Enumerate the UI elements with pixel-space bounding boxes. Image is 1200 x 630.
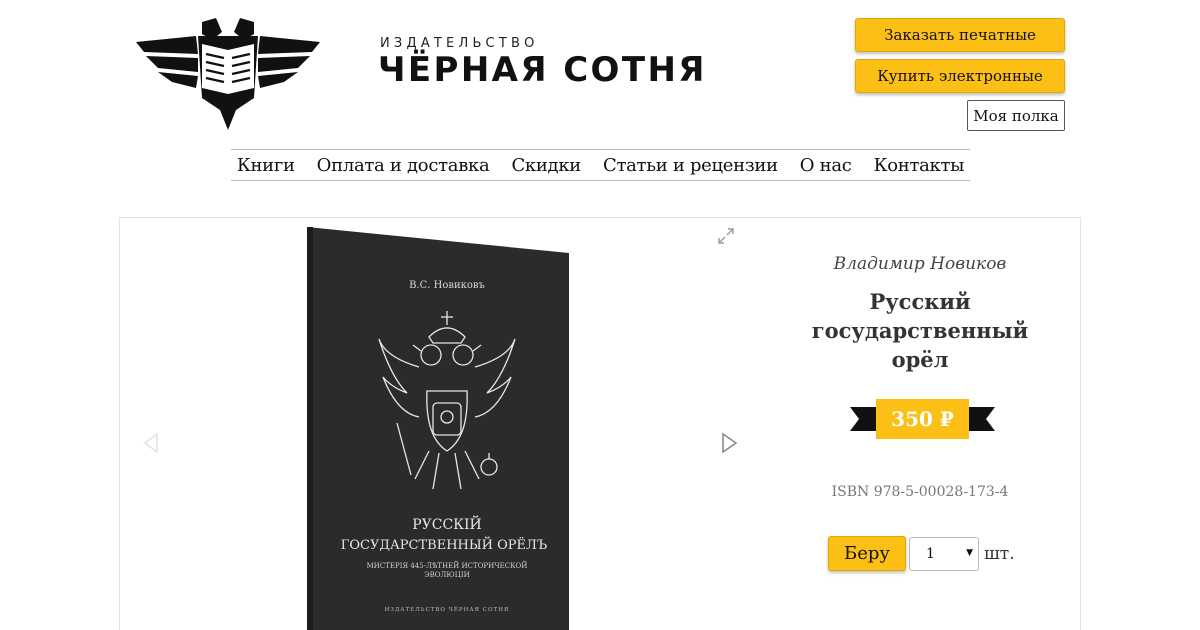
nav-item-discounts[interactable]: Скидки: [511, 155, 581, 176]
order-print-button[interactable]: Заказать печатные: [855, 18, 1065, 52]
cover-subtitle-line2: ЭВОЛЮЦІИ: [424, 571, 469, 579]
nav-item-about[interactable]: О нас: [800, 155, 852, 176]
price-badge: 350 ₽: [876, 399, 969, 439]
expand-icon[interactable]: [716, 226, 736, 246]
book-cover-image[interactable]: В.С. Новиковъ РУССКІЙ ГОСУДАРСТВЕННЫЙ ОР…: [307, 227, 569, 630]
arrow-right-icon[interactable]: [720, 432, 738, 454]
book-author[interactable]: Владимир Новиков: [760, 254, 1080, 274]
cover-publisher: ИЗДАТЕЛЬСТВО ЧЁРНАЯ СОТНЯ: [385, 606, 510, 613]
brand-title[interactable]: ЧЁРНАЯ СОТНЯ: [378, 50, 707, 90]
cover-subtitle-line1: МИСТЕРІЯ 445-ЛѢТНЕЙ ИСТОРИЧЕСКОЙ: [367, 561, 528, 570]
unit-label: шт.: [984, 544, 1015, 564]
nav-item-articles[interactable]: Статьи и рецензии: [603, 155, 778, 176]
quantity-select[interactable]: 1 ▼: [909, 537, 979, 571]
nav-item-books[interactable]: Книги: [237, 155, 295, 176]
book-title-line2: орёл: [891, 347, 949, 372]
cover-title-line1: РУССКІЙ: [412, 514, 482, 533]
book-title-line1: Русский государственный: [811, 289, 1029, 343]
my-shelf-button[interactable]: Моя полка: [967, 100, 1065, 131]
take-button[interactable]: Беру: [828, 536, 906, 571]
isbn-text: ISBN 978-5-00028-173-4: [831, 484, 1009, 500]
eagle-book-logo-icon[interactable]: [136, 18, 320, 130]
nav-item-payment-delivery[interactable]: Оплата и доставка: [317, 155, 490, 176]
buy-electronic-button[interactable]: Купить электронные: [855, 59, 1065, 93]
cover-author: В.С. Новиковъ: [409, 280, 485, 291]
cover-title-line2: ГОСУДАРСТВЕННЫЙ ОРЁЛЪ: [341, 536, 547, 553]
book-title: Русский государственный орёл: [770, 287, 1070, 374]
arrow-left-icon[interactable]: [143, 432, 159, 454]
brand-subtitle: ИЗДАТЕЛЬСТВО: [380, 36, 539, 51]
nav-item-contacts[interactable]: Контакты: [874, 155, 965, 176]
chevron-down-icon: ▼: [966, 548, 973, 558]
main-nav: Книги Оплата и доставка Скидки Статьи и …: [231, 149, 970, 181]
quantity-value: 1: [926, 546, 935, 562]
